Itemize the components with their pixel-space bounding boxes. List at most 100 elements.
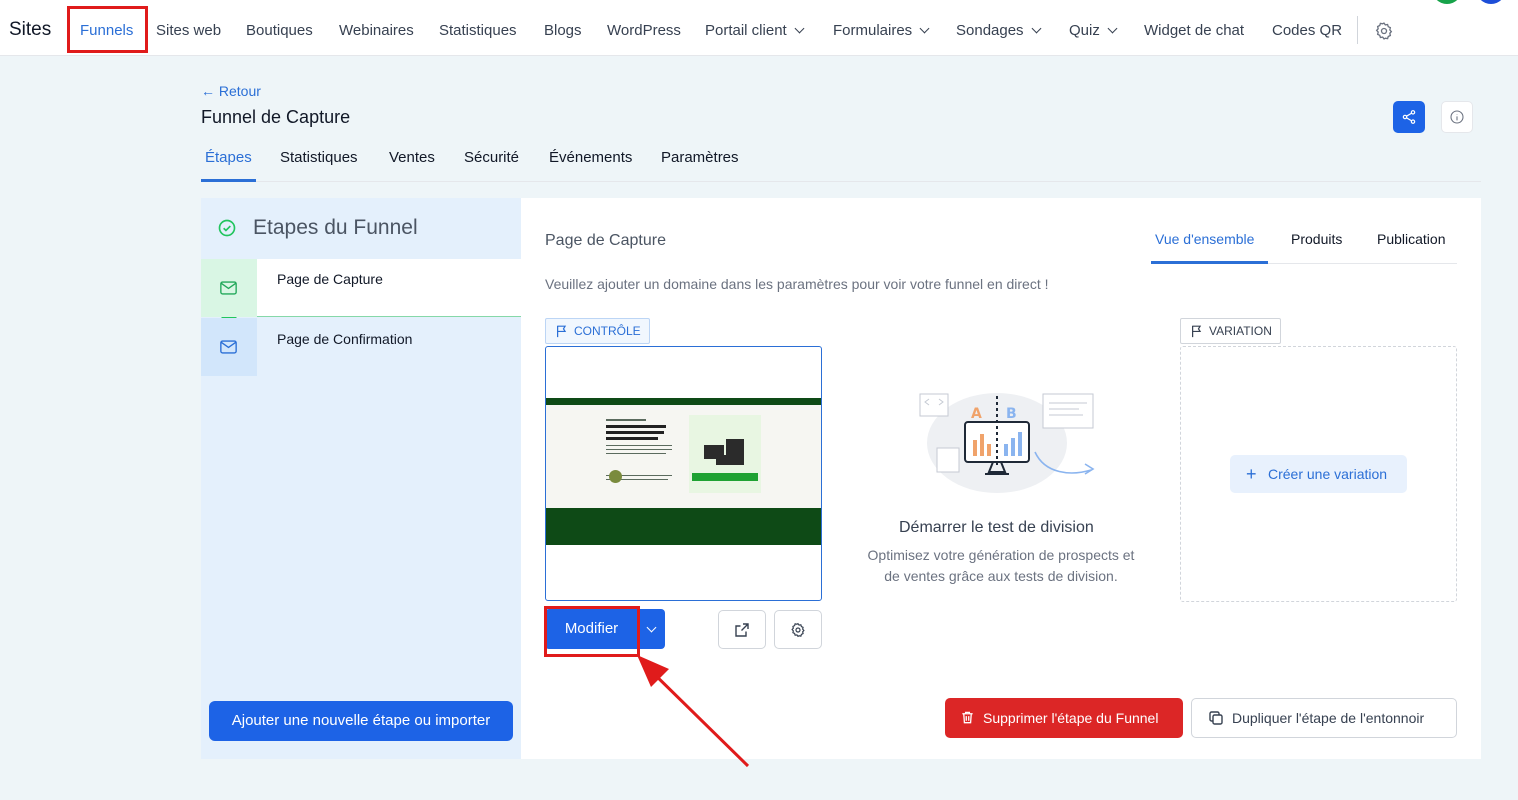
mail-icon bbox=[220, 281, 237, 295]
nav-item-label: Formulaires bbox=[833, 22, 913, 39]
share-icon bbox=[1402, 110, 1416, 124]
active-tab-indicator bbox=[201, 179, 256, 182]
control-tag-label: CONTRÔLE bbox=[574, 324, 641, 338]
preview-header-band bbox=[546, 398, 821, 405]
top-navigation: Sites Funnels Sites web Boutiques Webina… bbox=[0, 0, 1518, 56]
user-avatar[interactable] bbox=[1476, 0, 1506, 4]
tab-securite[interactable]: Sécurité bbox=[464, 149, 519, 166]
status-avatar-green[interactable] bbox=[1432, 0, 1462, 4]
preview-device bbox=[716, 455, 728, 465]
preview-line bbox=[606, 453, 666, 454]
create-variation-button[interactable]: + Créer une variation bbox=[1230, 455, 1407, 493]
step-title: Page de Capture bbox=[545, 232, 666, 249]
duplicate-step-button[interactable]: Dupliquer l'étape de l'entonnoir bbox=[1191, 698, 1457, 738]
nav-item-quiz[interactable]: Quiz bbox=[1069, 22, 1118, 39]
nav-item-boutiques[interactable]: Boutiques bbox=[246, 22, 313, 39]
preview-avatar bbox=[609, 470, 622, 483]
delete-step-button[interactable]: Supprimer l'étape du Funnel bbox=[945, 698, 1183, 738]
label-a: A bbox=[971, 406, 982, 422]
chevron-down-icon bbox=[1031, 23, 1042, 34]
edit-options-dropdown[interactable] bbox=[640, 609, 665, 649]
nav-item-statistiques[interactable]: Statistiques bbox=[439, 22, 517, 39]
check-circle-icon bbox=[218, 219, 236, 237]
tab-parametres[interactable]: Paramètres bbox=[661, 149, 739, 166]
chevron-down-icon bbox=[919, 23, 930, 34]
split-test-illustration: A B bbox=[919, 393, 1095, 493]
domain-notice: Veuillez ajouter un domaine dans les par… bbox=[545, 276, 1049, 292]
split-test-title: Démarrer le test de division bbox=[899, 519, 1094, 536]
chevron-down-icon bbox=[794, 23, 805, 34]
nav-item-sondages[interactable]: Sondages bbox=[956, 22, 1042, 39]
preview-device bbox=[726, 439, 744, 465]
tab-etapes[interactable]: Étapes bbox=[205, 149, 252, 166]
step-settings-button[interactable] bbox=[774, 610, 822, 649]
mail-icon bbox=[220, 340, 237, 354]
flag-icon bbox=[557, 325, 567, 338]
preview-cta bbox=[692, 473, 758, 481]
info-icon bbox=[1450, 110, 1464, 124]
nav-item-webinaires[interactable]: Webinaires bbox=[339, 22, 414, 39]
gear-icon bbox=[791, 622, 805, 638]
nav-item-codes-qr[interactable]: Codes QR bbox=[1272, 22, 1342, 39]
preview-card bbox=[689, 415, 761, 493]
preview-line bbox=[606, 419, 646, 421]
funnel-tabs: Étapes Statistiques Ventes Sécurité Évén… bbox=[201, 140, 1481, 182]
steps-panel-title: Etapes du Funnel bbox=[253, 216, 418, 239]
label-b: B bbox=[1006, 406, 1017, 422]
nav-item-label: Portail client bbox=[705, 22, 787, 39]
nav-item-formulaires[interactable]: Formulaires bbox=[833, 22, 930, 39]
step-icon-column bbox=[201, 259, 257, 317]
variation-tag: VARIATION bbox=[1180, 318, 1281, 344]
highlight-box-modifier bbox=[544, 606, 640, 657]
tab-statistiques[interactable]: Statistiques bbox=[280, 149, 358, 166]
variation-tag-label: VARIATION bbox=[1209, 324, 1272, 338]
step-tabs: Vue d'ensemble Produits Publication bbox=[1151, 224, 1457, 264]
flag-icon bbox=[1192, 325, 1202, 338]
nav-item-label: Quiz bbox=[1069, 22, 1100, 39]
tab-evenements[interactable]: Événements bbox=[549, 149, 632, 166]
step-item-page-de-capture[interactable]: Page de Capture bbox=[201, 259, 521, 325]
preview-line bbox=[606, 437, 658, 440]
preview-line bbox=[606, 445, 672, 446]
nav-item-blogs[interactable]: Blogs bbox=[544, 22, 582, 39]
delete-step-label: Supprimer l'étape du Funnel bbox=[983, 710, 1159, 726]
nav-item-sites-web[interactable]: Sites web bbox=[156, 22, 221, 39]
preview-footer-band bbox=[546, 508, 821, 545]
tab-vue-d-ensemble[interactable]: Vue d'ensemble bbox=[1155, 231, 1254, 247]
add-step-button[interactable]: Ajouter une nouvelle étape ou importer bbox=[209, 701, 513, 741]
nav-item-widget-de-chat[interactable]: Widget de chat bbox=[1144, 22, 1244, 39]
nav-item-wordpress[interactable]: WordPress bbox=[607, 22, 681, 39]
tab-produits[interactable]: Produits bbox=[1291, 231, 1342, 247]
open-preview-button[interactable] bbox=[718, 610, 766, 649]
tab-publication[interactable]: Publication bbox=[1377, 231, 1446, 247]
step-detail-panel: Page de Capture Vue d'ensemble Produits … bbox=[521, 198, 1481, 759]
preview-line bbox=[606, 425, 666, 428]
step-item-page-de-confirmation[interactable]: Page de Confirmation bbox=[201, 318, 521, 376]
gear-icon[interactable] bbox=[1374, 21, 1394, 41]
nav-divider bbox=[1357, 16, 1358, 44]
active-tab-indicator bbox=[1151, 261, 1268, 264]
nav-item-portail-client[interactable]: Portail client bbox=[705, 22, 805, 39]
external-link-icon bbox=[735, 623, 749, 637]
brand-label[interactable]: Sites bbox=[9, 19, 51, 41]
share-button[interactable] bbox=[1393, 101, 1425, 133]
chevron-down-icon bbox=[1107, 23, 1118, 34]
page-title: Funnel de Capture bbox=[201, 107, 351, 127]
copy-icon bbox=[1209, 711, 1223, 725]
step-label: Page de Confirmation bbox=[277, 331, 413, 347]
page-preview-thumbnail[interactable] bbox=[545, 346, 822, 601]
highlight-box-funnels bbox=[67, 6, 148, 53]
funnel-steps-panel: Etapes du Funnel Page de Capture Page de… bbox=[201, 198, 521, 759]
info-button[interactable] bbox=[1441, 101, 1473, 133]
preview-body bbox=[546, 405, 821, 508]
plus-icon: + bbox=[1246, 464, 1257, 484]
tab-ventes[interactable]: Ventes bbox=[389, 149, 435, 166]
trash-icon bbox=[962, 711, 973, 724]
duplicate-step-label: Dupliquer l'étape de l'entonnoir bbox=[1232, 710, 1425, 726]
steps-panel-header: Etapes du Funnel bbox=[201, 198, 521, 259]
back-label: Retour bbox=[218, 83, 261, 99]
split-test-description: Optimisez votre génération de prospects … bbox=[867, 547, 1135, 584]
create-variation-label: Créer une variation bbox=[1268, 466, 1388, 482]
step-label: Page de Capture bbox=[277, 271, 383, 287]
back-link[interactable]: ← Retour bbox=[201, 83, 261, 99]
